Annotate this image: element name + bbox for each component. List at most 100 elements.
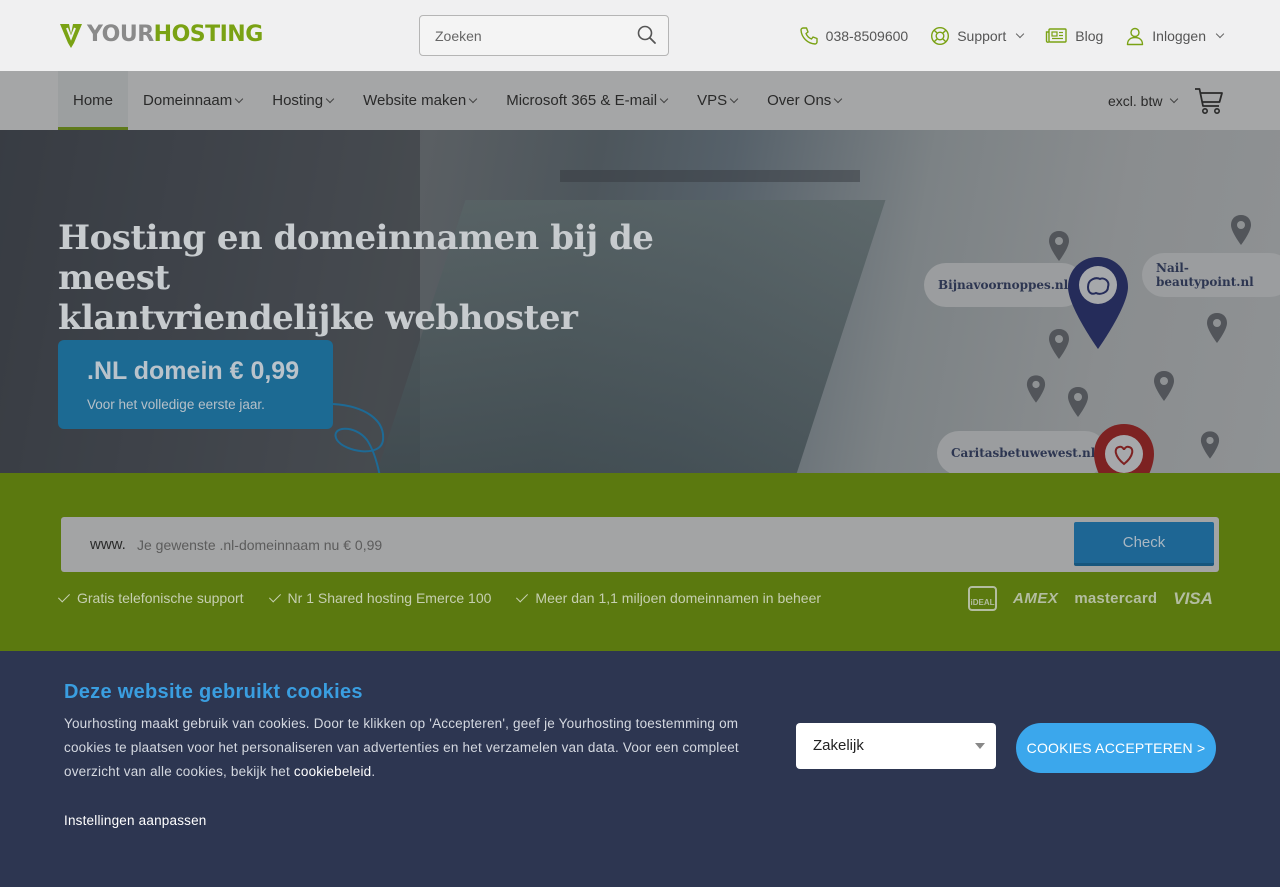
check-button[interactable]: Check xyxy=(1074,522,1214,566)
phone-icon xyxy=(799,26,818,45)
map-pin-icon xyxy=(1094,424,1154,473)
map-label-caritasbetuwewest: Caritasbetuwewest.nl xyxy=(937,431,1107,473)
hero-title: Hosting en domeinnamen bij de meest klan… xyxy=(58,218,738,338)
map-label-bijnavoornoppes: Bijnavoornoppes.nl xyxy=(924,263,1084,307)
payment-logos: iDEAL AMEX mastercard VISA xyxy=(968,586,1213,611)
amex-logo: AMEX xyxy=(1013,590,1059,607)
logo[interactable]: YOURHOSTING xyxy=(58,20,263,50)
chevron-down-icon xyxy=(325,94,335,104)
promo-subtitle: Voor het volledige eerste jaar. xyxy=(87,397,265,412)
nav-item-label: VPS xyxy=(697,92,728,109)
logo-mark-icon xyxy=(60,24,82,48)
hero-title-line2: klantvriendelijke webhoster xyxy=(58,298,578,338)
login-menu[interactable]: Inloggen xyxy=(1125,26,1225,46)
map-pin-icon xyxy=(1026,375,1046,403)
promo-card[interactable]: .NL domein € 0,99 Voor het volledige eer… xyxy=(58,340,333,429)
map-pin-icon xyxy=(1049,329,1069,359)
chevron-down-icon xyxy=(1170,94,1179,104)
map-label-nail-beautypoint: Nail-beautypoint.nl xyxy=(1142,253,1280,297)
blog-label: Blog xyxy=(1075,27,1104,44)
search-input[interactable] xyxy=(420,16,630,55)
logo-your: YOUR xyxy=(87,22,154,47)
map-pin-icon xyxy=(1068,387,1088,417)
cookie-banner: Deze website gebruikt cookies Yourhostin… xyxy=(0,651,1280,887)
nav-item-home[interactable]: Home xyxy=(58,71,129,130)
nav-item-domeinnaam[interactable]: Domeinnaam xyxy=(128,71,257,130)
arrow-doodle-icon xyxy=(332,403,385,473)
nav-item-label: Website maken xyxy=(363,92,467,109)
nav-item-label: Microsoft 365 & E-mail xyxy=(506,92,658,109)
chevron-down-icon xyxy=(1016,29,1025,39)
usp-label: Gratis telefonische support xyxy=(77,590,244,606)
usp-item: Meer dan 1,1 miljoen domeinnamen in behe… xyxy=(516,589,822,606)
nav-item-label: Hosting xyxy=(272,92,324,109)
usp-item: Gratis telefonische support xyxy=(57,589,244,606)
newspaper-icon xyxy=(1046,27,1067,43)
nav-item-website-maken[interactable]: Website maken xyxy=(348,71,491,130)
accept-cookies-button[interactable]: COOKIES ACCEPTEREN > xyxy=(1016,723,1216,773)
blog-link[interactable]: Blog xyxy=(1045,27,1103,45)
map-pin-icon xyxy=(1207,313,1227,343)
nav-item-microsoft-365[interactable]: Microsoft 365 & E-mail xyxy=(491,71,682,130)
user-icon xyxy=(1127,27,1144,45)
promo-title: .NL domein € 0,99 xyxy=(87,357,300,385)
check-icon xyxy=(57,589,71,603)
top-links: 038-8509600 Support Blog Inloggen xyxy=(799,0,1225,71)
vat-label: excl. btw xyxy=(1108,92,1163,109)
domain-search-box: www. Check xyxy=(61,517,1219,572)
phone-link[interactable]: 038-8509600 xyxy=(799,26,909,46)
chevron-down-icon xyxy=(659,94,669,104)
support-menu[interactable]: Support xyxy=(930,26,1025,46)
cookie-text-end: . xyxy=(371,764,376,779)
hero-banner: Hosting en domeinnamen bij de meest klan… xyxy=(0,130,1280,473)
nav-items: Home Domeinnaam Hosting Website maken Mi… xyxy=(58,71,856,130)
nav-item-vps[interactable]: VPS xyxy=(682,71,752,130)
caret-down-icon xyxy=(975,743,985,749)
cookie-title: Deze website gebruikt cookies xyxy=(64,681,363,703)
nav-item-over-ons[interactable]: Over Ons xyxy=(752,71,856,130)
domain-input[interactable] xyxy=(137,517,1037,572)
search-box xyxy=(419,15,669,56)
chevron-down-icon xyxy=(729,94,739,104)
mastercard-logo: mastercard xyxy=(1074,590,1158,607)
visa-logo: VISA xyxy=(1173,588,1213,608)
cookie-settings-link[interactable]: Instellingen aanpassen xyxy=(64,813,207,828)
vat-toggle[interactable]: excl. btw xyxy=(1108,71,1179,130)
cart-icon[interactable] xyxy=(1194,86,1224,116)
search-icon[interactable] xyxy=(636,24,658,46)
cookie-type-select[interactable]: Zakelijk xyxy=(796,723,996,769)
nav-item-label: Home xyxy=(73,92,114,109)
check-icon xyxy=(268,589,281,603)
www-prefix: www. xyxy=(90,536,126,553)
logo-hosting: HOSTING xyxy=(153,22,264,47)
chevron-down-icon xyxy=(834,94,843,104)
check-icon xyxy=(516,589,529,603)
hero-bridge xyxy=(560,170,860,182)
lifebuoy-icon xyxy=(931,26,950,45)
cookie-policy-link[interactable]: cookiebeleid xyxy=(294,764,371,779)
login-label: Inloggen xyxy=(1152,27,1206,44)
nav-item-label: Over Ons xyxy=(767,92,832,109)
main-nav: Home Domeinnaam Hosting Website maken Mi… xyxy=(0,71,1280,130)
map-pin-icon xyxy=(1068,257,1128,349)
map-pin-icon xyxy=(1049,231,1069,261)
select-value: Zakelijk xyxy=(813,737,864,754)
map-pin-icon xyxy=(1154,371,1174,401)
usp-list: Gratis telefonische support Nr 1 Shared … xyxy=(57,589,822,606)
cookie-text-body: Yourhosting maakt gebruik van cookies. D… xyxy=(64,716,739,779)
map-pin-icon xyxy=(1200,431,1220,459)
usp-label: Meer dan 1,1 miljoen domeinnamen in behe… xyxy=(535,590,822,606)
chevron-down-icon xyxy=(234,94,244,104)
phone-number: 038-8509600 xyxy=(825,27,909,44)
domain-search-band: www. Check Gratis telefonische support N… xyxy=(0,473,1280,651)
chevron-down-icon xyxy=(468,94,478,104)
cookie-text: Yourhosting maakt gebruik van cookies. D… xyxy=(64,712,776,784)
chevron-down-icon xyxy=(1215,29,1225,39)
nav-item-hosting[interactable]: Hosting xyxy=(257,71,348,130)
usp-label: Nr 1 Shared hosting Emerce 100 xyxy=(287,590,492,606)
usp-item: Nr 1 Shared hosting Emerce 100 xyxy=(268,589,492,606)
hero-title-line1: Hosting en domeinnamen bij de meest xyxy=(58,218,654,298)
ideal-logo: iDEAL xyxy=(968,586,997,611)
logo-text: YOURHOSTING xyxy=(87,20,263,50)
nav-item-label: Domeinnaam xyxy=(143,92,233,109)
